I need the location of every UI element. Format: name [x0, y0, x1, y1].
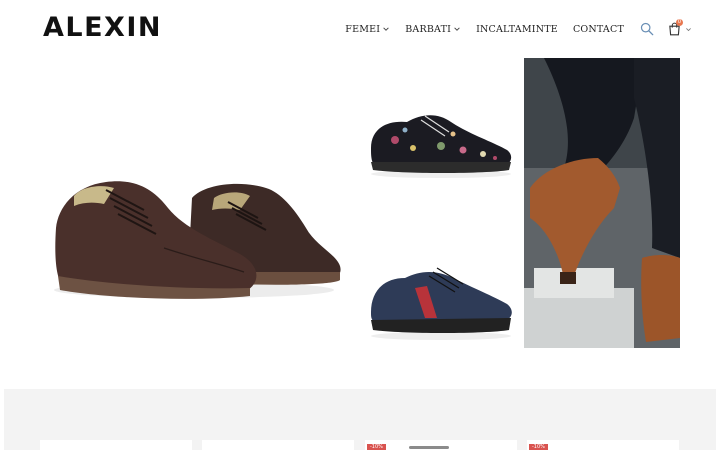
nav-item-femei[interactable]: FEMEI: [345, 24, 390, 35]
product-card[interactable]: [40, 440, 192, 450]
navy-sneaker-image: [371, 267, 512, 340]
search-button[interactable]: [640, 22, 668, 36]
site-logo[interactable]: ALEXIN: [43, 11, 162, 45]
nav-item-barbati[interactable]: BARBATI: [405, 24, 461, 35]
nav-item-label: BARBATI: [405, 23, 452, 35]
cart-button[interactable]: 0: [668, 19, 692, 36]
sale-badge: -10%: [367, 444, 386, 450]
cart-count-badge: 0: [676, 19, 683, 26]
chevron-down-icon: [454, 27, 460, 31]
search-icon: [640, 22, 654, 36]
products-section: -10% -10%: [4, 389, 716, 450]
nav-item-label: FEMEI: [345, 23, 381, 35]
floral-oxford-shoe-image: [371, 115, 512, 178]
nav-item-label: INCALTAMINTE: [476, 23, 558, 35]
hero-tile-men-shoes[interactable]: [44, 58, 354, 348]
product-card[interactable]: -10%: [365, 440, 517, 450]
brown-brogue-shoes-image: [54, 181, 341, 299]
nav-item-label: CONTACT: [572, 23, 624, 35]
nav-item-incaltaminte[interactable]: INCALTAMINTE: [476, 24, 558, 35]
chevron-down-icon: [686, 27, 691, 31]
product-image-peek: [409, 446, 449, 449]
hero-gallery: [0, 58, 720, 350]
site-header: ALEXIN FEMEI BARBATI INCALTAMINTE CONTAC…: [0, 0, 720, 58]
hero-tile-floral-oxford[interactable]: [365, 58, 517, 203]
main-nav: FEMEI BARBATI INCALTAMINTE CONTACT 0: [345, 19, 692, 38]
product-card[interactable]: -10%: [527, 440, 679, 450]
product-card[interactable]: [202, 440, 354, 450]
brown-ankle-boots-image: [524, 58, 680, 348]
hero-tile-ankle-boots[interactable]: [524, 58, 680, 348]
nav-item-contact[interactable]: CONTACT: [573, 24, 624, 35]
sale-badge: -10%: [529, 444, 548, 450]
hero-tile-navy-sneaker[interactable]: [365, 208, 517, 348]
chevron-down-icon: [383, 27, 389, 31]
